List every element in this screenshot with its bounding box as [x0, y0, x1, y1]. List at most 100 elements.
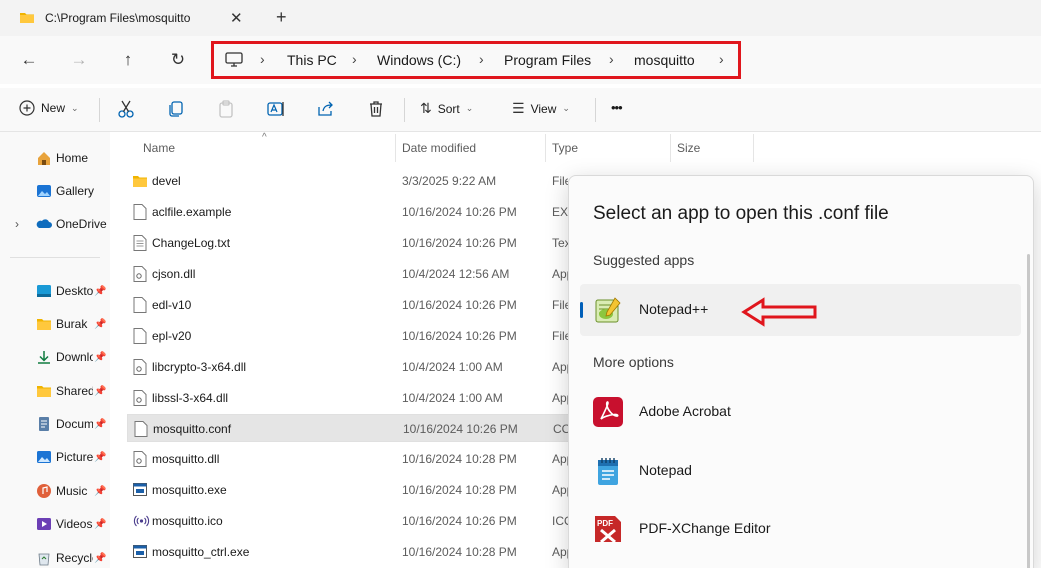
cloud-icon: [36, 219, 52, 228]
desktop-icon: [37, 285, 51, 297]
app-option-adobe-acrobat[interactable]: Adobe Acrobat: [580, 386, 1021, 438]
dll-icon: [133, 390, 147, 406]
sort-indicator-icon: ^: [262, 132, 267, 143]
selection-indicator: [580, 302, 583, 318]
file-type: File folder: [552, 174, 568, 188]
file-name: aclfile.example: [152, 205, 232, 219]
notepad-icon: [598, 458, 618, 485]
file-name: mosquitto.dll: [152, 452, 220, 466]
this-pc-icon[interactable]: [225, 52, 243, 67]
pin-icon: 📌: [94, 552, 107, 564]
breadcrumb-this-pc[interactable]: This PC: [287, 52, 337, 68]
file-name: cjson.dll: [152, 267, 196, 281]
new-tab-button[interactable]: +: [276, 7, 287, 28]
cut-icon[interactable]: [116, 99, 136, 119]
column-header-type[interactable]: Type: [552, 141, 578, 155]
file-date: 10/16/2024 10:26 PM: [403, 422, 518, 436]
plus-circle-icon: [19, 100, 35, 116]
chevron-down-icon: ⌄: [465, 103, 474, 113]
file-type: EXAMPLE File: [552, 205, 568, 219]
sort-label: Sort: [437, 101, 460, 116]
column-divider[interactable]: [395, 134, 396, 162]
pin-icon: 📌: [94, 318, 107, 330]
notepad-plus-plus-icon: [595, 297, 621, 323]
column-header-size[interactable]: Size: [677, 141, 700, 155]
close-tab-button[interactable]: ✕: [230, 9, 243, 27]
file-name: ChangeLog.txt: [152, 236, 231, 250]
breadcrumb-separator[interactable]: ›: [260, 51, 265, 67]
divider: [99, 98, 100, 122]
sidebar-item-videos[interactable]: Videos 📌: [0, 513, 110, 535]
rename-icon[interactable]: [266, 99, 286, 119]
view-button[interactable]: ☰ View ⌄: [512, 100, 570, 117]
adobe-acrobat-icon: [593, 397, 623, 427]
breadcrumb-windows-c[interactable]: Windows (C:): [377, 52, 461, 68]
breadcrumb-mosquitto[interactable]: mosquitto: [634, 52, 695, 68]
breadcrumb-separator[interactable]: ›: [609, 51, 614, 67]
column-divider[interactable]: [753, 134, 754, 162]
sidebar-item-downloads[interactable]: Downloads 📌: [0, 346, 110, 368]
pin-icon: 📌: [94, 385, 107, 397]
pin-icon: 📌: [94, 285, 107, 297]
more-options-button[interactable]: •••: [611, 100, 623, 115]
tab-current-folder[interactable]: C:\Program Files\mosquitto ✕: [8, 0, 258, 36]
expand-chevron-icon[interactable]: ›: [15, 217, 19, 231]
file-type: Application extension: [552, 267, 568, 281]
sort-button[interactable]: ⇅ Sort ⌄: [420, 100, 473, 117]
sidebar-label: Recycle Bin: [56, 551, 93, 565]
new-button[interactable]: New ⌄: [19, 100, 79, 116]
sidebar-label: Pictures: [56, 450, 93, 464]
column-divider[interactable]: [545, 134, 546, 162]
folder-icon: [133, 176, 147, 187]
app-option-notepad[interactable]: Notepad: [580, 445, 1021, 497]
refresh-button[interactable]: ↻: [168, 50, 188, 70]
address-bar[interactable]: › This PC › Windows (C:) › Program Files…: [211, 41, 741, 79]
videos-icon: [37, 518, 51, 530]
dialog-scrollbar[interactable]: [1027, 254, 1030, 568]
sidebar-divider: [10, 257, 100, 258]
sidebar-item-recycle-bin[interactable]: Recycle Bin 📌: [0, 547, 110, 568]
sidebar-item-desktop[interactable]: Desktop 📌: [0, 280, 110, 302]
sidebar-item-burak[interactable]: Burak 📌: [0, 313, 110, 335]
sidebar-item-gallery[interactable]: Gallery: [0, 180, 110, 202]
share-icon[interactable]: [316, 99, 336, 119]
pdf-xchange-icon: PDF: [595, 516, 621, 544]
breadcrumb-separator[interactable]: ›: [352, 51, 357, 67]
sidebar-label: OneDrive: [56, 217, 107, 231]
text-file-icon: [133, 235, 147, 251]
column-header-name[interactable]: Name: [143, 141, 175, 155]
folder-icon: [37, 319, 51, 330]
command-bar: New ⌄ ⇅ Sort ⌄ ☰ View ⌄ •••: [0, 88, 1041, 132]
sidebar-item-home[interactable]: Home: [0, 147, 110, 169]
sidebar-item-shared[interactable]: Shared 📌: [0, 380, 110, 402]
column-header-date-modified[interactable]: Date modified: [402, 141, 476, 155]
up-button[interactable]: ↑: [118, 50, 138, 70]
breadcrumb-separator[interactable]: ›: [719, 51, 724, 67]
sidebar-item-onedrive[interactable]: › OneDrive: [0, 213, 110, 235]
sidebar-label: Gallery: [56, 184, 95, 198]
sidebar-label: Downloads: [56, 350, 93, 364]
file-icon: [134, 421, 148, 437]
file-date: 10/16/2024 10:28 PM: [402, 452, 517, 466]
forward-button[interactable]: →: [69, 50, 89, 70]
file-date: 10/16/2024 10:26 PM: [402, 298, 517, 312]
app-label: Notepad++: [639, 301, 709, 317]
delete-icon[interactable]: [366, 99, 386, 119]
breadcrumb-separator[interactable]: ›: [479, 51, 484, 67]
new-label: New: [41, 101, 66, 115]
paste-icon[interactable]: [216, 99, 236, 119]
pin-icon: 📌: [94, 351, 107, 363]
app-option-pdf-xchange-editor[interactable]: PDF PDF-XChange Editor: [580, 503, 1021, 555]
column-divider[interactable]: [670, 134, 671, 162]
file-date: 10/4/2024 1:00 AM: [402, 360, 503, 374]
sidebar-item-documents[interactable]: Documents 📌: [0, 413, 110, 435]
breadcrumb-program-files[interactable]: Program Files: [504, 52, 591, 68]
copy-icon[interactable]: [166, 99, 186, 119]
file-type: Application: [552, 545, 568, 559]
gallery-icon: [37, 185, 51, 197]
back-button[interactable]: ←: [19, 50, 39, 70]
sidebar-item-music[interactable]: Music 📌: [0, 480, 110, 502]
home-icon: [38, 152, 50, 165]
music-icon: [37, 484, 51, 498]
sidebar-item-pictures[interactable]: Pictures 📌: [0, 446, 110, 468]
